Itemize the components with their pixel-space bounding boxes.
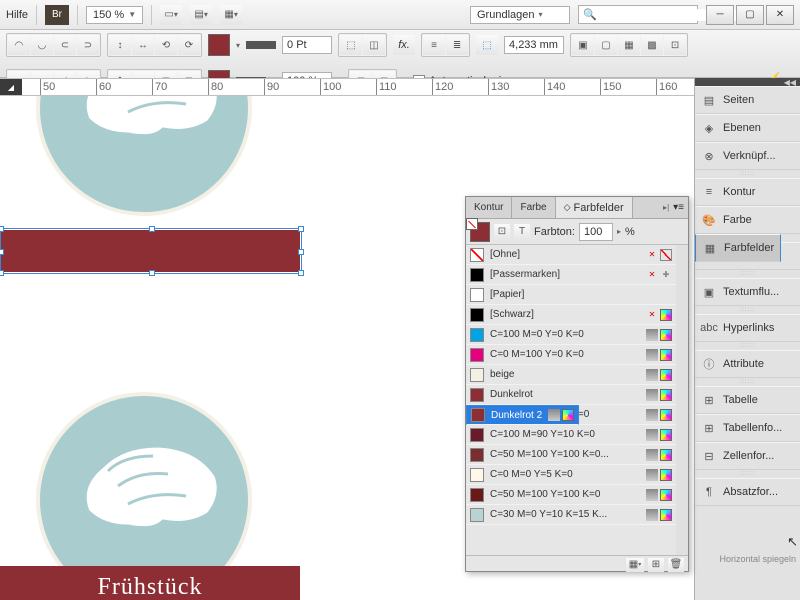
ribbon-text: Frühstück bbox=[98, 574, 203, 600]
minimize-button[interactable]: ─ bbox=[706, 5, 734, 25]
paraf-icon: ¶ bbox=[701, 485, 717, 499]
transform-group[interactable]: ↕↔⟲⟳ bbox=[107, 33, 202, 57]
tint-field[interactable]: 100 bbox=[579, 223, 613, 241]
swatch-row[interactable]: [Schwarz]✕ bbox=[466, 305, 676, 325]
swatch-row[interactable]: C=50 M=100 Y=100 K=0... bbox=[466, 445, 676, 465]
bridge-button[interactable]: Br bbox=[45, 5, 69, 25]
swatch-row[interactable]: [Ohne]✕ bbox=[466, 245, 676, 265]
layers-icon: ◈ bbox=[701, 121, 717, 135]
panel-table[interactable]: ⊞Tabelle bbox=[695, 386, 800, 414]
text-icon[interactable]: T bbox=[514, 224, 530, 240]
panel-layers[interactable]: ◈Ebenen bbox=[695, 114, 800, 142]
swatch-row[interactable]: [Papier] bbox=[466, 285, 676, 305]
stroke-weight[interactable]: 0 Pt bbox=[282, 36, 332, 54]
tint-label: Farbton: bbox=[534, 226, 575, 238]
align-group[interactable]: ≡≣ bbox=[421, 33, 470, 57]
menu-bar: Hilfe Br 150 %▼ ▭▾ ▤▾ ▦▾ Grundlagen▾ 🔍 ─… bbox=[0, 0, 800, 30]
swatch-row[interactable]: C=0 M=0 Y=5 K=0 bbox=[466, 465, 676, 485]
swatch-row[interactable]: C=0 M=100 Y=0 K=0 bbox=[466, 345, 676, 365]
tab-farbfelder[interactable]: ◇Farbfelder bbox=[556, 197, 633, 218]
panel-collapse-icon[interactable]: ▸| bbox=[663, 203, 669, 212]
pages-icon: ▤ bbox=[701, 93, 717, 107]
panel-links[interactable]: ⊗Verknüpf... bbox=[695, 142, 800, 170]
panel-tabs: Kontur Farbe ◇Farbfelder ▸| ▾≡ bbox=[466, 197, 688, 219]
swatch-row[interactable]: beige bbox=[466, 365, 676, 385]
table-icon: ⊞ bbox=[701, 393, 717, 407]
swatch-row[interactable]: C=50 M=100 Y=100 K=0 bbox=[466, 485, 676, 505]
stroke-swatch[interactable] bbox=[246, 41, 276, 49]
show-swatch-kinds[interactable]: ▦▾ bbox=[626, 558, 644, 572]
constrain-group[interactable]: ⬚◫ bbox=[338, 33, 387, 57]
panel-menu-icon[interactable]: ▾≡ bbox=[673, 202, 684, 213]
cellf-icon: ⊟ bbox=[701, 449, 717, 463]
swatch-footer: ▦▾ ⊞ 🗑 bbox=[466, 555, 688, 573]
swatch-list[interactable]: [Ohne]✕[Passermarken]✕✛[Papier][Schwarz]… bbox=[466, 245, 688, 555]
panel-color[interactable]: 🎨Farbe bbox=[695, 206, 800, 234]
right-dock: ◀◀ ▤Seiten◈Ebenen⊗Verknüpf...::::::≡Kont… bbox=[694, 78, 800, 600]
pathfinder-group-1[interactable]: ◠◡⊂⊃ bbox=[6, 33, 101, 57]
frame-fit-icon[interactable]: ⬚ bbox=[476, 35, 498, 55]
panel-stroke[interactable]: ≡Kontur bbox=[695, 178, 800, 206]
links-icon: ⊗ bbox=[701, 149, 717, 163]
workspace-dropdown[interactable]: Grundlagen▾ bbox=[470, 6, 570, 24]
view-options-3[interactable]: ▦▾ bbox=[220, 5, 242, 25]
help-menu[interactable]: Hilfe bbox=[6, 9, 28, 21]
panel-cellf[interactable]: ⊟Zellenfor... bbox=[695, 442, 800, 470]
ribbon-2[interactable]: Frühstück bbox=[0, 566, 300, 600]
fx-button[interactable]: fx. bbox=[393, 35, 415, 55]
tab-farbe[interactable]: Farbe bbox=[512, 197, 555, 218]
swatches-panel: Kontur Farbe ◇Farbfelder ▸| ▾≡ ⊡ T Farbt… bbox=[465, 196, 689, 572]
panel-wrap[interactable]: ▣Textumflu... bbox=[695, 278, 800, 306]
ribbon-1[interactable] bbox=[0, 230, 300, 272]
control-bar: ◠◡⊂⊃ ↕↔⟲⟳ ▾ 0 Pt ⬚◫ fx. ≡≣ ⬚ 4,233 mm ▣▢… bbox=[0, 30, 800, 78]
ruler-origin[interactable]: ◢ bbox=[0, 79, 22, 95]
tooltip: Horizontal spiegeln bbox=[719, 554, 796, 564]
cursor-icon: ↖ bbox=[787, 534, 798, 550]
wrap-icon: ▣ bbox=[701, 285, 717, 299]
container-icon[interactable]: ⊡ bbox=[494, 224, 510, 240]
fill-proxy[interactable] bbox=[470, 222, 490, 242]
swatch-row[interactable]: C=100 M=90 Y=10 K=0 bbox=[466, 425, 676, 445]
dimension-field[interactable]: 4,233 mm bbox=[504, 36, 564, 54]
swatch-row[interactable]: [Passermarken]✕✛ bbox=[466, 265, 676, 285]
hyper-icon: abc bbox=[701, 321, 717, 335]
panel-pages[interactable]: ▤Seiten bbox=[695, 86, 800, 114]
close-button[interactable]: ✕ bbox=[766, 5, 794, 25]
fill-swatch[interactable] bbox=[208, 34, 230, 56]
char-icon: A̲ bbox=[701, 249, 717, 263]
search-field[interactable]: 🔍 bbox=[578, 5, 698, 24]
panel-hyper[interactable]: abcHyperlinks bbox=[695, 314, 800, 342]
zoom-dropdown[interactable]: 150 %▼ bbox=[86, 6, 143, 24]
stroke-icon: ≡ bbox=[701, 185, 717, 199]
panel-paraf[interactable]: ¶Absatzfor... bbox=[695, 478, 800, 506]
swatch-row[interactable]: C=100 M=0 Y=0 K=0 bbox=[466, 325, 676, 345]
swatch-header: ⊡ T Farbton: 100 ▸ % bbox=[466, 219, 688, 245]
maximize-button[interactable]: ▢ bbox=[736, 5, 764, 25]
tablef-icon: ⊞ bbox=[701, 421, 717, 435]
attr-icon: ⓘ bbox=[701, 357, 717, 371]
color-icon: 🎨 bbox=[701, 213, 717, 227]
view-options-1[interactable]: ▭▾ bbox=[160, 5, 182, 25]
fit-group[interactable]: ▣▢▦▩⊡ bbox=[570, 33, 688, 57]
panel-tablef[interactable]: ⊞Tabellenfo... bbox=[695, 414, 800, 442]
panel-attr[interactable]: ⓘAttribute bbox=[695, 350, 800, 378]
logo-circle-1[interactable] bbox=[36, 96, 252, 216]
swatch-row[interactable]: Dunkelrot bbox=[466, 385, 676, 405]
horizontal-ruler: ◢ 5060708090100110120130140150160 bbox=[0, 78, 800, 96]
new-swatch[interactable]: ⊞ bbox=[648, 558, 664, 572]
swatch-row[interactable]: C=30 M=0 Y=10 K=15 K... bbox=[466, 505, 676, 525]
delete-swatch[interactable]: 🗑 bbox=[668, 558, 684, 572]
collapse-dock[interactable]: ◀◀ bbox=[695, 78, 800, 86]
swatch-row[interactable]: C=75 M=5 Y=100 K=0 bbox=[466, 405, 676, 425]
panel-char[interactable]: A̲Zeichenfo... bbox=[695, 242, 800, 270]
tab-kontur[interactable]: Kontur bbox=[466, 197, 512, 218]
view-options-2[interactable]: ▤▾ bbox=[190, 5, 212, 25]
